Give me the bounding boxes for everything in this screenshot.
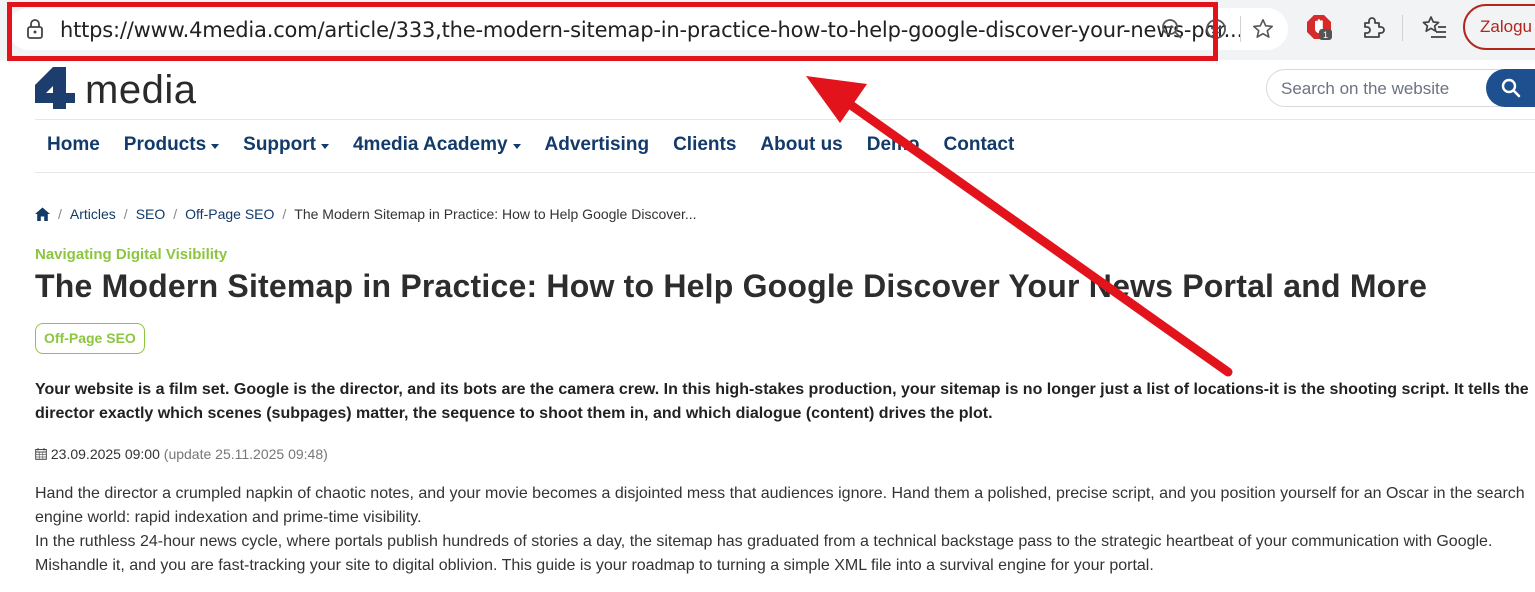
article-paragraph-1: Hand the director a crumpled napkin of c…	[35, 485, 1525, 526]
nav-support-label: Support	[243, 134, 316, 155]
nav-about[interactable]: About us	[760, 134, 842, 156]
article-paragraph-2: In the ruthless 24-hour news cycle, wher…	[35, 533, 1493, 574]
nav-products[interactable]: Products	[123, 134, 220, 156]
calendar-icon	[35, 448, 47, 460]
article-kicker: Navigating Digital Visibility	[35, 246, 228, 263]
star-icon[interactable]	[1251, 17, 1275, 41]
breadcrumb-separator: /	[123, 206, 128, 222]
nav-home[interactable]: Home	[47, 134, 100, 156]
profile-label: Zalogu	[1480, 17, 1532, 36]
chevron-down-icon	[320, 143, 329, 149]
search-icon	[1501, 78, 1521, 98]
nav-demo[interactable]: Demo	[867, 134, 920, 156]
article-tag[interactable]: Off-Page SEO	[35, 323, 145, 354]
annotation-highlight-box	[7, 2, 1218, 61]
update-date: (update 25.11.2025 09:48)	[163, 446, 328, 462]
breadcrumb-separator: /	[58, 206, 62, 222]
search-button[interactable]	[1486, 69, 1535, 107]
home-icon[interactable]	[35, 207, 50, 221]
breadcrumb-articles[interactable]: Articles	[70, 206, 116, 222]
breadcrumb: / Articles / SEO / Off-Page SEO / The Mo…	[35, 206, 697, 222]
logo-text[interactable]: media	[85, 68, 196, 113]
article-lead: Your website is a film set. Google is th…	[35, 381, 1529, 422]
nav-divider	[35, 172, 1535, 173]
profile-button[interactable]: Zalogu	[1463, 4, 1535, 50]
extensions-icon[interactable]	[1359, 13, 1387, 41]
breadcrumb-offpage-seo[interactable]: Off-Page SEO	[185, 206, 274, 222]
article-date: 23.09.2025 09:00 (update 25.11.2025 09:4…	[35, 446, 328, 462]
adblock-icon[interactable]: 1	[1305, 13, 1333, 41]
publish-date: 23.09.2025 09:00	[50, 446, 160, 462]
search-input[interactable]	[1279, 76, 1483, 102]
toolbar-divider-2	[1402, 15, 1403, 41]
breadcrumb-seo[interactable]: SEO	[136, 206, 166, 222]
breadcrumb-current: The Modern Sitemap in Practice: How to H…	[294, 206, 697, 222]
favorites-icon[interactable]	[1420, 13, 1448, 41]
nav-products-label: Products	[123, 134, 207, 155]
chevron-down-icon	[211, 143, 220, 149]
chevron-down-icon	[512, 143, 521, 149]
header-divider	[35, 119, 1535, 120]
nav-advertising[interactable]: Advertising	[545, 134, 650, 156]
logo-icon[interactable]	[35, 67, 83, 109]
breadcrumb-separator: /	[173, 206, 178, 222]
nav-academy[interactable]: 4media Academy	[353, 134, 521, 156]
nav-support[interactable]: Support	[243, 134, 329, 156]
article-title: The Modern Sitemap in Practice: How to H…	[35, 268, 1428, 304]
extension-badge: 1	[1323, 30, 1328, 40]
main-nav: Home Products Support 4media Academy Adv…	[47, 134, 1038, 156]
nav-clients[interactable]: Clients	[673, 134, 736, 156]
breadcrumb-separator: /	[282, 206, 287, 222]
nav-academy-label: 4media Academy	[352, 134, 508, 155]
nav-contact[interactable]: Contact	[944, 134, 1015, 156]
toolbar-divider	[1240, 16, 1241, 42]
